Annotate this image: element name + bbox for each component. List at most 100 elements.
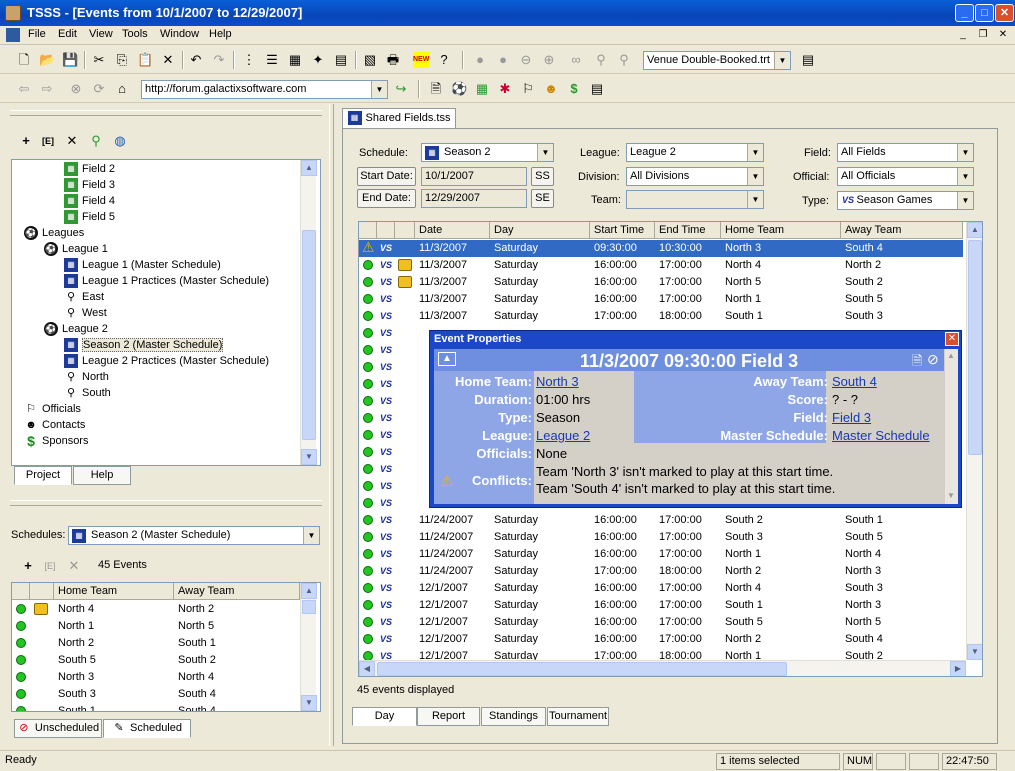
scroll-down-icon[interactable]: ▼ (967, 644, 982, 660)
forward-icon[interactable]: ⇨ (39, 81, 55, 97)
tree-item[interactable]: ▦ League 2 Practices (Master Schedule) (64, 353, 269, 369)
back-icon[interactable]: ⇦ (16, 81, 32, 97)
tree-item[interactable]: ⚲ West (64, 305, 107, 321)
type-combo[interactable]: VS Season Games ▼ (837, 191, 974, 210)
tab-day[interactable]: Day (352, 707, 417, 726)
maximize-button[interactable]: □ (975, 4, 994, 22)
tab-shared-fields[interactable]: ▦ Shared Fields.tss (342, 108, 456, 129)
lock-column-header[interactable] (395, 222, 415, 239)
filter-list-icon[interactable]: ▤ (800, 52, 816, 68)
document-icon[interactable] (6, 28, 20, 42)
tree-item[interactable]: ⚽ Leagues (24, 225, 84, 241)
print-icon[interactable]: 🖶 (385, 52, 401, 68)
tree-item[interactable]: ⚐ Officials (24, 401, 81, 417)
tab-scheduled[interactable]: ✎ Scheduled (103, 719, 191, 738)
scroll-down-icon[interactable]: ▼ (301, 695, 317, 711)
menu-edit[interactable]: Edit (58, 28, 77, 40)
chevron-down-icon[interactable]: ▼ (957, 144, 973, 161)
chevron-down-icon[interactable]: ▼ (371, 81, 387, 98)
app-icon[interactable] (5, 5, 21, 21)
list-item[interactable]: North 4 North 2 (12, 601, 300, 618)
save-icon[interactable]: 💾 (62, 52, 78, 68)
note-icon[interactable]: 🗎 (912, 352, 922, 374)
status-column-header[interactable] (12, 583, 30, 600)
table-row[interactable]: VS (359, 444, 439, 461)
scroll-thumb[interactable] (377, 662, 787, 676)
tree-item[interactable]: ⚽ League 2 (44, 321, 108, 337)
table-row[interactable]: VS 11/24/2007 Saturday 16:00:00 17:00:00 Nort… (359, 546, 963, 563)
scroll-up-icon[interactable]: ▲ (301, 160, 317, 176)
schedule-combo[interactable]: ▦ Season 2 ▼ (421, 143, 554, 162)
url-combo[interactable]: http://forum.galactixsoftware.com ▼ (141, 80, 388, 99)
pane-grip[interactable] (10, 110, 322, 116)
end-date-button[interactable]: End Date: (357, 189, 416, 208)
tab-tournament[interactable]: Tournament (547, 707, 609, 726)
away-team-link[interactable]: South 4 (832, 373, 877, 391)
globe-icon[interactable]: ◍ (112, 133, 128, 149)
delete-icon[interactable]: ✕ (66, 558, 82, 574)
tree-item[interactable]: ▦ Field 5 (64, 209, 115, 225)
copy-icon[interactable]: ⎘ (114, 52, 130, 68)
project-tree[interactable]: ▦ Field 2 ▦ Field 3 ▦ Field 4 ▦ Field 5 ⚽ Leagues… (11, 159, 321, 466)
binoculars-icon[interactable]: ∞ (568, 52, 584, 68)
table-row[interactable]: VS 11/24/2007 Saturday 16:00:00 17:00:00 Sout… (359, 512, 963, 529)
division-combo[interactable]: All Divisions ▼ (626, 167, 764, 186)
table-row[interactable]: VS 11/3/2007 Saturday 16:00:00 17:00:00 North… (359, 291, 963, 308)
table-row[interactable]: VS 12/1/2007 Saturday 16:00:00 17:00:00 South… (359, 597, 963, 614)
tab-help[interactable]: Help (73, 466, 131, 485)
tree-item[interactable]: ▦ Field 2 (64, 161, 115, 177)
edit-icon[interactable]: [E] (42, 558, 58, 574)
add-icon[interactable]: + (18, 133, 34, 149)
scroll-up-icon[interactable]: ▲ (947, 351, 955, 360)
close-button[interactable]: ✕ (995, 4, 1014, 22)
title-bar[interactable]: TSSS - [Events from 10/1/2007 to 12/29/2… (0, 0, 1015, 26)
table-row[interactable]: VS 11/24/2007 Saturday 17:00:00 18:00:00 Nort… (359, 563, 963, 580)
menu-view[interactable]: View (89, 28, 113, 40)
tree-item[interactable]: ⚽ League 1 (44, 241, 108, 257)
field-link[interactable]: Field 3 (832, 409, 871, 427)
field-combo[interactable]: All Fields ▼ (837, 143, 974, 162)
table-row[interactable]: VS (359, 495, 439, 512)
table-row[interactable]: VS 11/3/2007 Saturday 16:00:00 17:00:00 North… (359, 257, 963, 274)
field-icon[interactable]: ▦ (474, 81, 490, 97)
scroll-thumb[interactable] (968, 240, 982, 455)
record-icon[interactable]: ● (472, 52, 488, 68)
scroll-up-icon[interactable]: ▲ (967, 222, 982, 238)
table-row[interactable]: VS 11/24/2007 Saturday 16:00:00 17:00:00 Sout… (359, 529, 963, 546)
official-combo[interactable]: All Officials ▼ (837, 167, 974, 186)
chevron-down-icon[interactable]: ▼ (303, 527, 319, 544)
list-item[interactable]: North 2 South 1 (12, 635, 300, 652)
contact-icon[interactable]: ☻ (543, 81, 559, 97)
chevron-down-icon[interactable]: ▼ (537, 144, 553, 161)
table-row[interactable]: ⚠ VS 11/3/2007 Saturday 09:30:00 10:30:00 Nort… (359, 239, 963, 257)
page-icon[interactable]: 🗎 (428, 81, 444, 97)
table-row[interactable]: VS 12/1/2007 Saturday 16:00:00 17:00:00 North… (359, 631, 963, 648)
table-row[interactable]: VS 11/3/2007 Saturday 17:00:00 18:00:00 South… (359, 308, 963, 325)
se-button[interactable]: SE (531, 189, 554, 208)
paste-icon[interactable]: 📋 (137, 52, 153, 68)
lock-column-header[interactable] (30, 583, 54, 600)
list-item[interactable]: South 5 South 2 (12, 652, 300, 669)
tree-item[interactable]: ▦ Field 3 (64, 177, 115, 193)
home-team-column-header[interactable]: Home Team (721, 222, 841, 239)
vertical-splitter[interactable] (329, 104, 334, 746)
table-row[interactable]: VS (359, 461, 439, 478)
table-row[interactable]: VS (359, 427, 439, 444)
go-icon[interactable]: ↪ (393, 81, 409, 97)
table-row[interactable]: VS 11/3/2007 Saturday 16:00:00 17:00:00 North… (359, 274, 963, 291)
stop-load-icon[interactable]: ⊗ (68, 81, 84, 97)
menu-help[interactable]: Help (209, 28, 232, 40)
ss-button[interactable]: SS (531, 167, 554, 186)
day-column-header[interactable]: Day (490, 222, 590, 239)
menu-file[interactable]: File (28, 28, 46, 40)
home-team-column-header[interactable]: Home Team (54, 583, 174, 600)
chevron-down-icon[interactable]: ▼ (747, 191, 763, 208)
tree-item[interactable]: $ Sponsors (24, 433, 88, 449)
tree-item[interactable]: ⚲ North (64, 369, 109, 385)
stop-icon[interactable]: ● (495, 52, 511, 68)
properties-icon[interactable]: ▤ (333, 52, 349, 68)
filter-combo[interactable]: Venue Double-Booked.trt ▼ (643, 51, 791, 70)
pane-grip[interactable] (10, 500, 322, 506)
scroll-left-icon[interactable]: ◀ (359, 661, 375, 676)
remove-icon[interactable]: ⊖ (518, 52, 534, 68)
